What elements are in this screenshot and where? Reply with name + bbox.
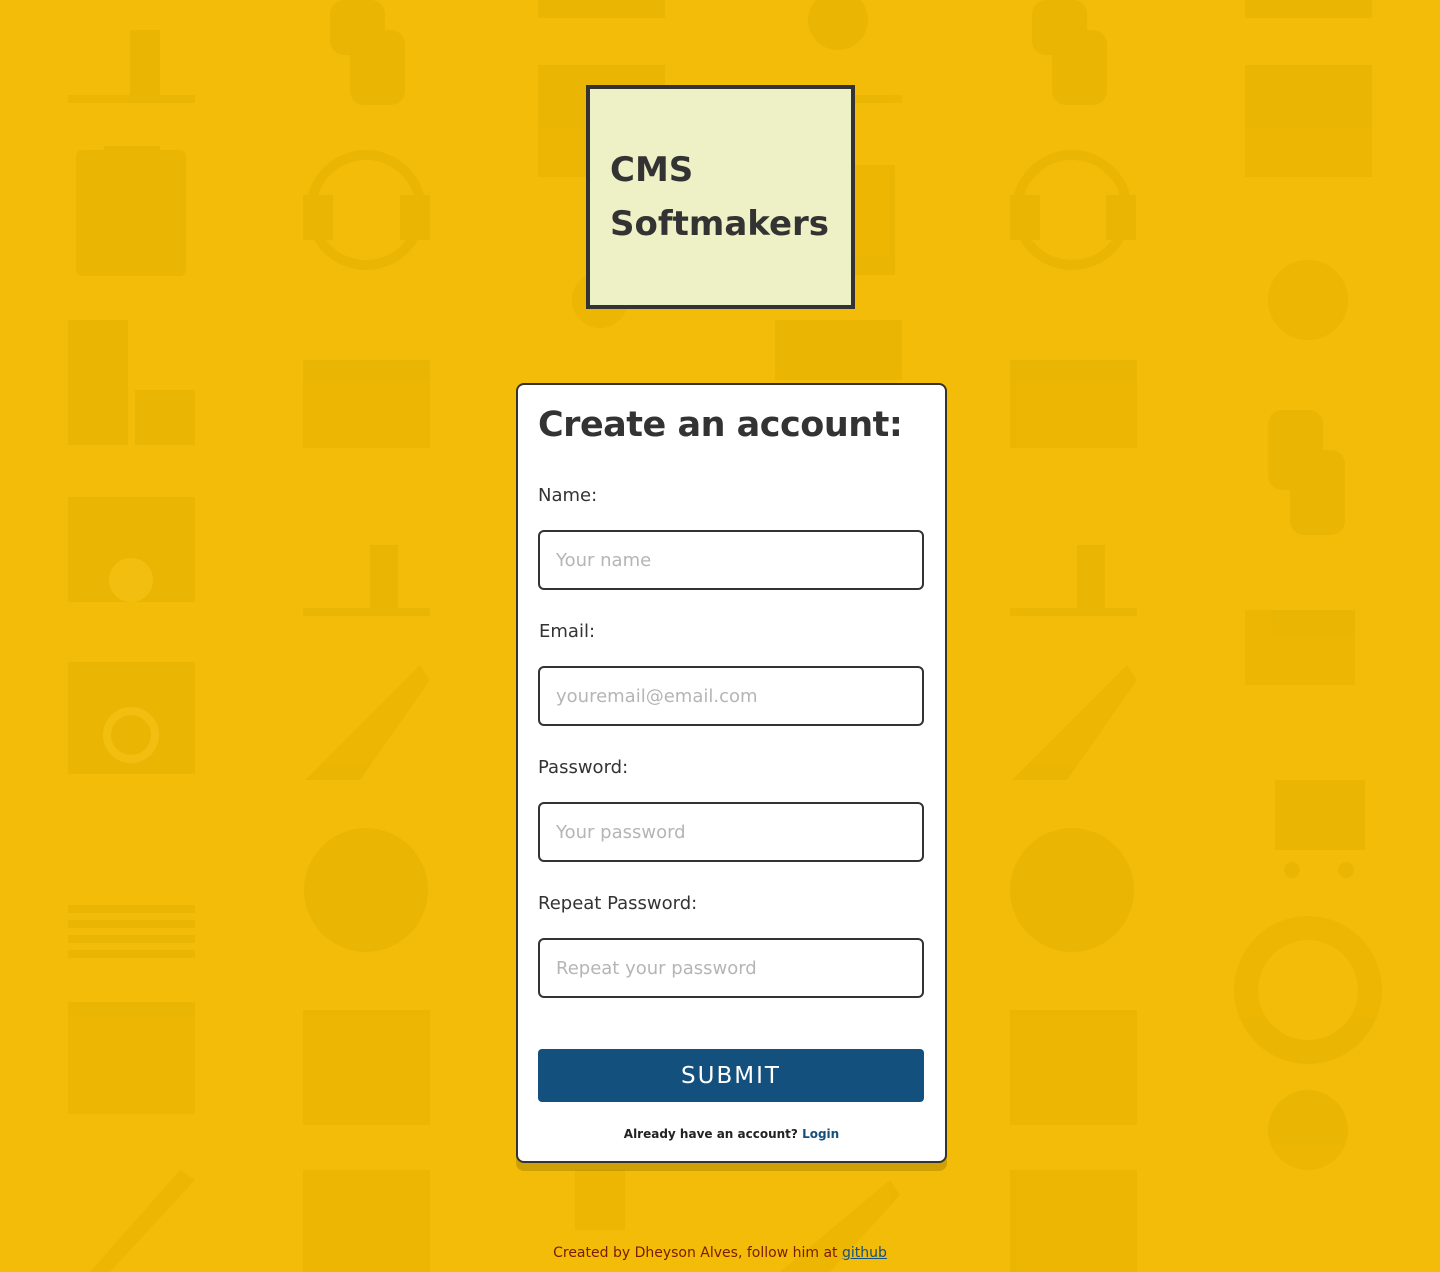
email-input[interactable] xyxy=(538,666,924,726)
rocket-icon xyxy=(1012,665,1137,780)
headset-icon xyxy=(303,150,430,270)
toolbox-icon xyxy=(76,146,186,276)
bar-chart-icon xyxy=(538,0,665,18)
footer: Created by Dheyson Alves, follow him at … xyxy=(0,1245,1440,1261)
signup-card: Create an account: Name: Email: Password… xyxy=(516,383,947,1163)
checklist-icon xyxy=(68,905,195,958)
lightbulb-icon xyxy=(575,1170,625,1230)
line-chart-icon xyxy=(303,545,430,616)
chain-link-icon xyxy=(1268,410,1345,535)
calendar-icon xyxy=(1010,1010,1137,1125)
puzzle-icon xyxy=(775,320,902,380)
lifebuoy-icon xyxy=(1234,916,1382,1064)
checklist-icon xyxy=(1245,610,1355,685)
toolbox-icon xyxy=(855,165,895,275)
bar-chart-icon xyxy=(68,30,195,103)
search-window-icon xyxy=(68,662,195,774)
home-window-icon xyxy=(68,1002,195,1114)
github-link[interactable]: github xyxy=(842,1245,887,1261)
form-title: Create an account: xyxy=(538,405,903,445)
headset-icon xyxy=(808,0,868,50)
puzzle-icon xyxy=(68,320,195,445)
name-label: Name: xyxy=(538,485,598,506)
shopping-cart-icon xyxy=(1275,780,1365,878)
logo-text: CMS Softmakers xyxy=(610,150,830,244)
calendar-icon xyxy=(303,1010,430,1125)
login-link[interactable]: Login xyxy=(802,1127,839,1141)
chain-link-icon xyxy=(1032,0,1107,105)
name-input[interactable] xyxy=(538,530,924,590)
footer-credit: Created by Dheyson Alves, follow him at xyxy=(553,1245,838,1261)
line-chart-icon xyxy=(1010,545,1137,616)
password-label: Password: xyxy=(538,757,629,778)
submit-button[interactable]: SUBMIT xyxy=(538,1049,924,1102)
lightbulb-icon xyxy=(1268,1090,1348,1170)
login-prompt: Already have an account? xyxy=(623,1127,798,1141)
thumbs-up-icon xyxy=(303,360,430,448)
rocket-icon xyxy=(305,665,430,780)
email-label: Email: xyxy=(539,621,596,642)
settings-window-icon xyxy=(68,497,195,602)
globe-gear-icon xyxy=(1010,828,1134,952)
thumbs-up-icon xyxy=(1010,360,1137,448)
chain-link-icon xyxy=(330,0,405,105)
network-icon xyxy=(1268,260,1348,340)
login-prompt-line: Already have an account? Login xyxy=(518,1127,945,1141)
repeat-password-input[interactable] xyxy=(538,938,924,998)
logo: CMS Softmakers xyxy=(586,85,855,309)
password-input[interactable] xyxy=(538,802,924,862)
headset-icon xyxy=(1010,150,1136,270)
repeat-password-label: Repeat Password: xyxy=(538,893,698,914)
home-window-icon xyxy=(1245,0,1372,177)
globe-gear-icon xyxy=(304,828,428,952)
